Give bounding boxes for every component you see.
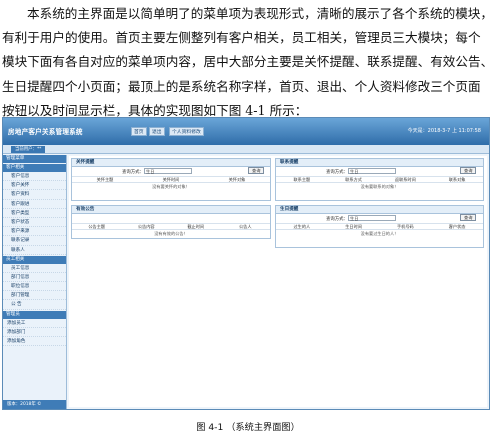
care-query-button[interactable]: 查询 (248, 167, 265, 174)
sidebar-item-contact-person[interactable]: 联系人 (3, 246, 66, 255)
sidebar-item-customer-care[interactable]: 客户关怀 (3, 181, 66, 191)
care-table-header: 关怀主题 关怀时间 关怀对象 (72, 176, 270, 183)
care-query-row: 查询方式： 生日 查询 (72, 167, 270, 176)
notice-panel-title: 有效公告 (72, 206, 270, 214)
care-empty-message: 没有要关怀的对象！ (152, 184, 190, 189)
birthday-query-label: 查询方式： (326, 217, 348, 222)
notice-panel: 有效公告 公告主题 公告内容 截止时间 公告人 没有有效的公告！ (71, 205, 271, 239)
care-reminder-panel: 关怀提醒 查询方式： 生日 查询 关怀主题 关怀时间 关怀对象 没有要关怀的对象… (71, 158, 271, 201)
paragraph-line-2: 有利于用户的使用。首页主要左侧整列有客户相关，员工相关，管理员三大模块；每个 (2, 30, 481, 46)
contact-query-select[interactable]: 生日 (348, 168, 396, 174)
clock-display: 今天是：2018-3-7 上 11:07:58 (407, 128, 481, 134)
contact-query-label: 查询方式： (326, 170, 348, 175)
sidebar-item-customer-data[interactable]: 客户资料 (3, 190, 66, 200)
sidebar-item-contact-record[interactable]: 联系记录 (3, 236, 66, 246)
care-col-subject: 关怀主题 (96, 177, 114, 182)
sidebar-section-admin[interactable]: 管理员 (3, 310, 66, 319)
paragraph-line-1: 本系统的主界面是以简单明了的菜单项为表现形式，清晰的展示了各个系统的模块， (27, 6, 493, 21)
care-col-time: 关怀时间 (162, 177, 180, 182)
sidebar-item-customer-type[interactable]: 客户类型 (3, 209, 66, 218)
contact-col-method: 联系方式 (345, 177, 362, 182)
birthday-query-row: 查询方式： 生日 查询 (276, 214, 483, 223)
sidebar-item-add-employee[interactable]: 添加员工 (3, 319, 66, 328)
sidebar-menu: 管理菜单 客户相关 客户信息 客户关怀 客户资料 客户跟进 客户类型 客户状态 … (3, 155, 67, 409)
birthday-col-date: 生日时间 (345, 224, 362, 229)
notice-spacer (72, 214, 270, 223)
sidebar-section-employee[interactable]: 员工相关 (3, 255, 66, 264)
contact-col-return-time: 返联系时间 (394, 177, 416, 182)
birthday-panel-title: 生日提醒 (276, 206, 483, 214)
logout-button[interactable]: 退出 (149, 127, 165, 136)
sidebar-item-position-info[interactable]: 职位信息 (3, 282, 66, 292)
care-query-select[interactable]: 生日 (144, 168, 192, 174)
main-content: 关怀提醒 查询方式： 生日 查询 关怀主题 关怀时间 关怀对象 没有要关怀的对象… (69, 156, 487, 407)
profile-edit-button[interactable]: 个人资料修改 (169, 127, 204, 136)
contact-empty-message: 没有要联系的对象！ (360, 184, 399, 189)
birthday-query-button[interactable]: 查询 (460, 214, 477, 221)
contact-query-button[interactable]: 查询 (460, 167, 477, 174)
sidebar-item-customer-info[interactable]: 客户信息 (3, 172, 66, 182)
notice-col-deadline: 截止时间 (187, 224, 205, 229)
notice-col-author: 公告人 (238, 224, 252, 229)
birthday-empty-message: 没有要过生日的人！ (360, 231, 399, 236)
sidebar-item-department-info[interactable]: 部门信息 (3, 273, 66, 283)
birthday-query-select[interactable]: 生日 (348, 215, 396, 221)
birthday-table-header: 过生的人 生日时间 手机号码 客户状态 (276, 223, 483, 230)
care-query-label: 查询方式： (122, 170, 144, 175)
sidebar-item-customer-status[interactable]: 客户状态 (3, 218, 66, 228)
sidebar-item-notice[interactable]: 公 告 (3, 300, 66, 310)
contact-col-target: 联系对象 (448, 177, 466, 182)
body-paragraph: 本系统的主界面是以简单明了的菜单项为表现形式，清晰的展示了各个系统的模块， 有利… (2, 2, 494, 123)
figure-caption: 图 4-1 （系统主界面图） (196, 422, 300, 433)
contact-panel-title: 联系提醒 (276, 159, 483, 167)
notice-empty-message: 没有有效的公告！ (154, 231, 188, 236)
sidebar-footer: 版本：2018年 © (3, 400, 66, 409)
paragraph-line-4: 生日提醒四个小页面；最顶上的是系统名称字样，首页、退出、个人资料修改三个页面 (2, 78, 481, 94)
sidebar-item-customer-followup[interactable]: 客户跟进 (3, 200, 66, 209)
birthday-reminder-panel: 生日提醒 查询方式： 生日 查询 过生的人 生日时间 手机号码 客户状态 没有要… (275, 205, 484, 248)
main-ui-figure: 房地产客户关系管理系统 首页 退出 个人资料修改 今天是：2018-3-7 上 … (2, 117, 490, 410)
contact-table-header: 联系主题 联系方式 返联系时间 联系对象 (276, 176, 483, 183)
care-col-target: 关怀对象 (228, 177, 246, 182)
birthday-col-status: 客户状态 (448, 224, 466, 229)
notice-col-content: 公告内容 (137, 224, 155, 229)
sidebar-item-customer-source[interactable]: 客户来源 (3, 227, 66, 237)
top-header-bar: 房地产客户关系管理系统 首页 退出 个人资料修改 今天是：2018-3-7 上 … (3, 118, 489, 145)
sidebar-item-add-role[interactable]: 添加角色 (3, 337, 66, 347)
contact-col-subject: 联系主题 (293, 177, 311, 182)
notice-col-subject: 公告主题 (88, 224, 106, 229)
paragraph-line-3: 模块下面有各自对应的菜单项内容，居中大部分主要是关怀提醒、联系提醒、有效公告、 (2, 54, 494, 70)
user-bar: 当前用户：** (3, 145, 489, 154)
contact-query-row: 查询方式： 生日 查询 (276, 167, 483, 176)
contact-reminder-panel: 联系提醒 查询方式： 生日 查询 联系主题 联系方式 返联系时间 联系对象 没有… (275, 158, 484, 201)
sidebar-item-department-manage[interactable]: 部门管理 (3, 291, 66, 301)
system-name: 房地产客户关系管理系统 (8, 128, 83, 136)
notice-table-header: 公告主题 公告内容 截止时间 公告人 (72, 223, 270, 230)
sidebar-section-customer[interactable]: 客户相关 (3, 164, 66, 172)
sidebar-item-add-department[interactable]: 添加部门 (3, 328, 66, 337)
birthday-col-phone: 手机号码 (396, 224, 414, 229)
home-button[interactable]: 首页 (131, 127, 147, 136)
sidebar-item-employee-info[interactable]: 员工信息 (3, 264, 66, 273)
current-user-label: 当前用户：** (11, 146, 46, 153)
sidebar-title: 管理菜单 (3, 155, 66, 163)
birthday-col-person: 过生的人 (293, 224, 311, 229)
care-panel-title: 关怀提醒 (72, 159, 270, 167)
